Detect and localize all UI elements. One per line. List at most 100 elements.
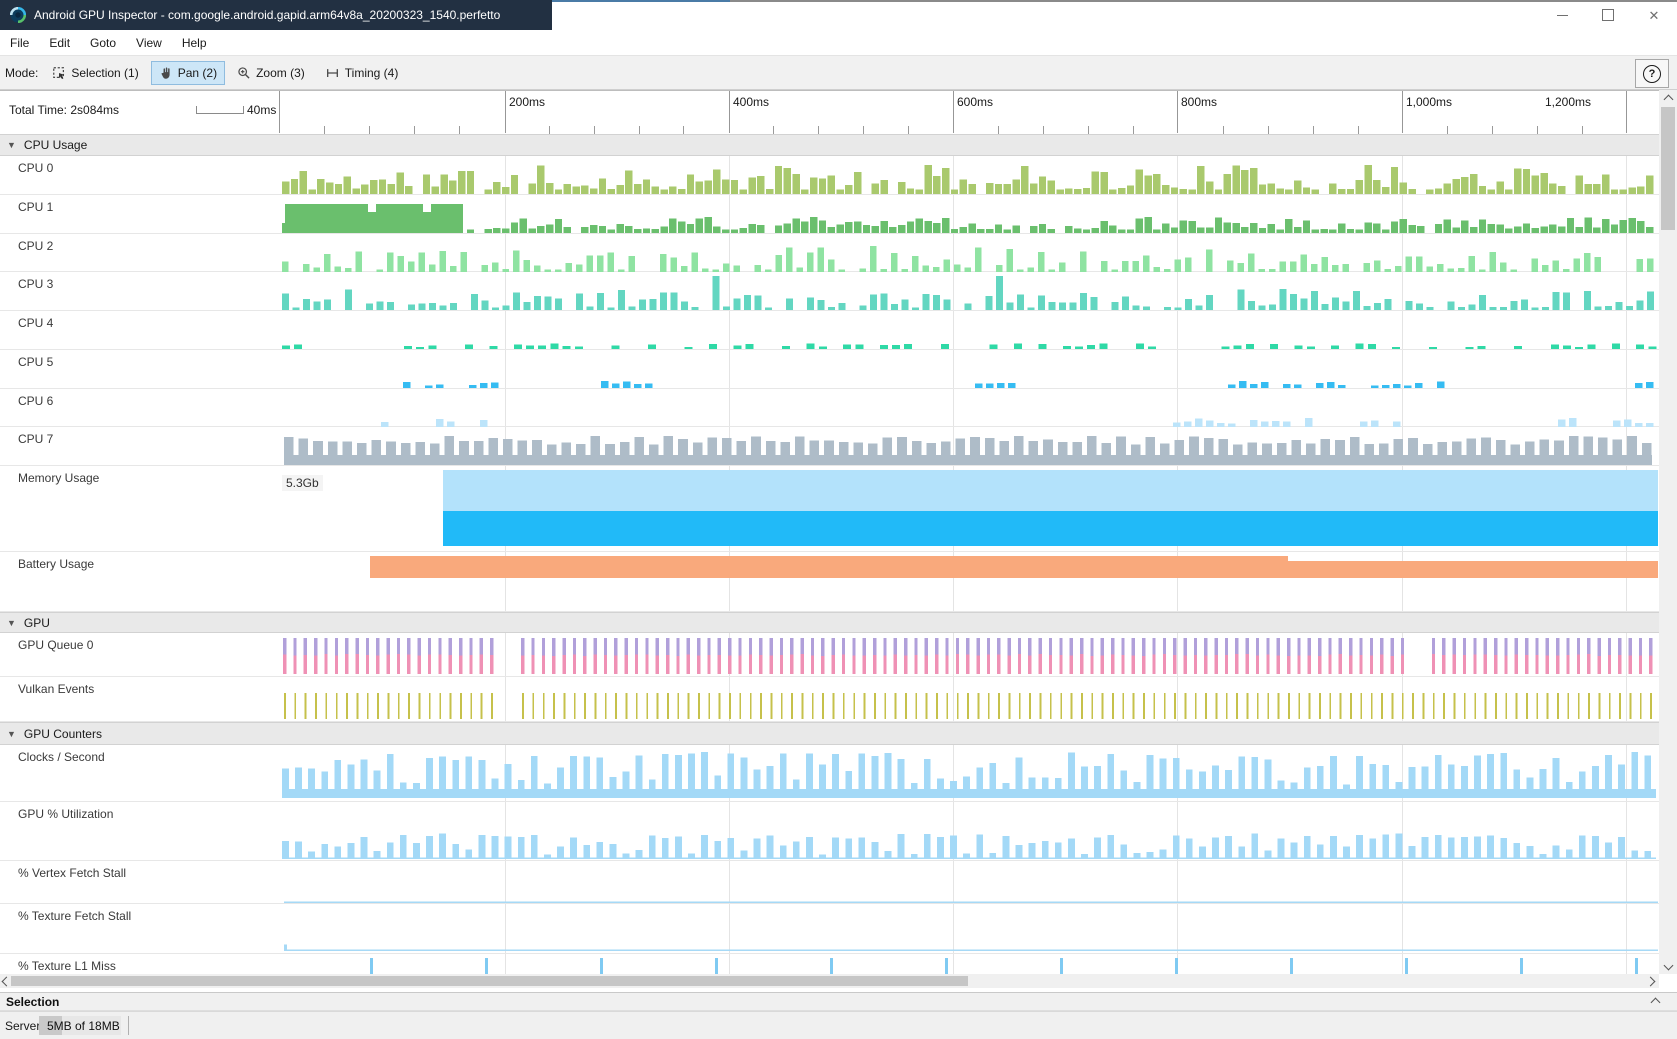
track-row-cpu-1[interactable]: CPU 1 — [0, 195, 1659, 234]
ruler-minor-tick — [1447, 126, 1448, 134]
track-chart[interactable] — [279, 466, 1658, 552]
selection-panel-header[interactable]: Selection — [0, 992, 1677, 1011]
vertical-scrollbar[interactable] — [1659, 90, 1677, 974]
track-chart[interactable] — [279, 904, 1658, 954]
track-chart[interactable] — [279, 195, 1658, 234]
zoom-mode-button[interactable]: Zoom (3) — [229, 61, 313, 85]
menu-item-file[interactable]: File — [0, 36, 39, 50]
ruler-minor-tick — [1358, 126, 1359, 134]
track-label: % Texture Fetch Stall — [18, 909, 131, 923]
ruler-minor-tick — [1582, 126, 1583, 134]
track-row-cpu-7[interactable]: CPU 7 — [0, 427, 1659, 466]
timeline-panel[interactable]: Total Time: 2s084ms 40ms 200ms400ms600ms… — [0, 90, 1659, 975]
maximize-icon — [1602, 9, 1614, 21]
track-chart[interactable] — [279, 861, 1658, 904]
track-row--texture-l1-miss[interactable]: % Texture L1 Miss — [0, 954, 1659, 975]
ruler-minor-tick — [1088, 126, 1089, 134]
track-chart[interactable] — [279, 633, 1658, 677]
track-label: CPU 6 — [18, 394, 53, 408]
maximize-button[interactable] — [1586, 0, 1630, 30]
menu-item-edit[interactable]: Edit — [39, 36, 80, 50]
scroll-up-arrow-icon[interactable] — [1659, 92, 1677, 106]
track-label: GPU % Utilization — [18, 807, 113, 821]
track-row-memory-usage[interactable]: Memory Usage5.3Gb — [0, 466, 1659, 552]
ruler-tick-label: 1,200ms — [1545, 95, 1591, 109]
track-row-cpu-0[interactable]: CPU 0 — [0, 156, 1659, 195]
menu-item-goto[interactable]: Goto — [80, 36, 126, 50]
ruler-minor-tick — [414, 126, 415, 134]
horizontal-scrollbar[interactable] — [0, 974, 1659, 988]
mode-button-label: Pan (2) — [178, 66, 217, 80]
pan-mode-button[interactable]: Pan (2) — [151, 61, 225, 85]
collapse-section-icon[interactable]: ▼ — [7, 729, 16, 739]
horizontal-scrollbar-thumb[interactable] — [11, 976, 968, 986]
track-row-clocks-second[interactable]: Clocks / Second — [0, 745, 1659, 802]
status-bar: Server: 5MB of 18MB — [0, 1011, 1677, 1039]
scroll-down-arrow-icon[interactable] — [1659, 958, 1677, 972]
selection-mode-button[interactable]: Selection (1) — [44, 61, 146, 85]
track-row--texture-fetch-stall[interactable]: % Texture Fetch Stall — [0, 904, 1659, 954]
track-row-cpu-3[interactable]: CPU 3 — [0, 272, 1659, 311]
ruler-minor-tick — [549, 126, 550, 134]
vertical-scrollbar-thumb[interactable] — [1661, 107, 1675, 230]
track-row-gpu-utilization[interactable]: GPU % Utilization — [0, 802, 1659, 861]
close-button[interactable]: ✕ — [1632, 0, 1676, 30]
ruler-minor-tick — [1043, 126, 1044, 134]
track-chart[interactable] — [279, 311, 1658, 350]
help-button[interactable]: ? — [1635, 59, 1669, 88]
track-row-vulkan-events[interactable]: Vulkan Events — [0, 677, 1659, 722]
track-chart[interactable] — [279, 552, 1658, 612]
track-chart[interactable] — [279, 745, 1658, 802]
window-title: Android GPU Inspector - com.google.andro… — [34, 8, 500, 22]
track-label: Battery Usage — [18, 557, 94, 571]
track-chart[interactable] — [279, 677, 1658, 722]
section-header-cpu-usage[interactable]: ▼CPU Usage — [0, 134, 1659, 156]
track-chart[interactable] — [279, 234, 1658, 273]
track-row-cpu-4[interactable]: CPU 4 — [0, 311, 1659, 350]
help-icon: ? — [1643, 65, 1661, 83]
time-ruler[interactable]: Total Time: 2s084ms 40ms 200ms400ms600ms… — [0, 91, 1659, 135]
ruler-tick-label: 200ms — [509, 95, 545, 109]
track-label: CPU 7 — [18, 432, 53, 446]
collapse-panel-icon[interactable] — [1651, 998, 1661, 1008]
collapse-section-icon[interactable]: ▼ — [7, 618, 16, 628]
track-label: % Vertex Fetch Stall — [18, 866, 126, 880]
track-chart[interactable] — [279, 272, 1658, 311]
track-row-cpu-6[interactable]: CPU 6 — [0, 389, 1659, 428]
ruler-minor-tick — [639, 126, 640, 134]
ruler-cell-divider — [279, 91, 280, 133]
track-row--vertex-fetch-stall[interactable]: % Vertex Fetch Stall — [0, 861, 1659, 904]
section-header-gpu[interactable]: ▼GPU — [0, 612, 1659, 633]
ruler-major-tick — [1177, 91, 1178, 133]
track-chart[interactable] — [279, 427, 1658, 466]
section-header-gpu-counters[interactable]: ▼GPU Counters — [0, 722, 1659, 745]
track-chart[interactable] — [279, 350, 1658, 389]
track-row-gpu-queue-0[interactable]: GPU Queue 0 — [0, 633, 1659, 677]
scale-value-label: 40ms — [247, 103, 276, 117]
minimize-button[interactable] — [1540, 0, 1584, 30]
collapse-section-icon[interactable]: ▼ — [7, 140, 16, 150]
ruler-minor-tick — [1223, 126, 1224, 134]
track-chart[interactable] — [279, 156, 1658, 195]
track-row-battery-usage[interactable]: Battery Usage — [0, 552, 1659, 612]
track-chart[interactable] — [279, 802, 1658, 861]
scroll-right-arrow-icon[interactable] — [1643, 974, 1657, 988]
ruler-tick-label: 600ms — [957, 95, 993, 109]
ruler-minor-tick — [1537, 126, 1538, 134]
mode-toolbar: Mode: Selection (1)Pan (2)Zoom (3)Timing… — [0, 56, 1677, 90]
menu-item-help[interactable]: Help — [172, 36, 217, 50]
ruler-tick-label: 400ms — [733, 95, 769, 109]
track-row-cpu-5[interactable]: CPU 5 — [0, 350, 1659, 389]
menu-item-view[interactable]: View — [126, 36, 172, 50]
title-block: Android GPU Inspector - com.google.andro… — [0, 0, 552, 30]
timing-mode-button[interactable]: Timing (4) — [317, 61, 407, 85]
ruler-major-tick — [1626, 91, 1627, 133]
track-label: Memory Usage — [18, 471, 99, 485]
track-chart[interactable] — [279, 389, 1658, 428]
track-row-cpu-2[interactable]: CPU 2 — [0, 234, 1659, 273]
ruler-minor-tick — [998, 126, 999, 134]
ruler-minor-tick — [863, 126, 864, 134]
server-memory-badge: 5MB of 18MB — [39, 1016, 121, 1035]
hand-icon — [159, 66, 173, 80]
track-chart[interactable] — [279, 954, 1658, 975]
